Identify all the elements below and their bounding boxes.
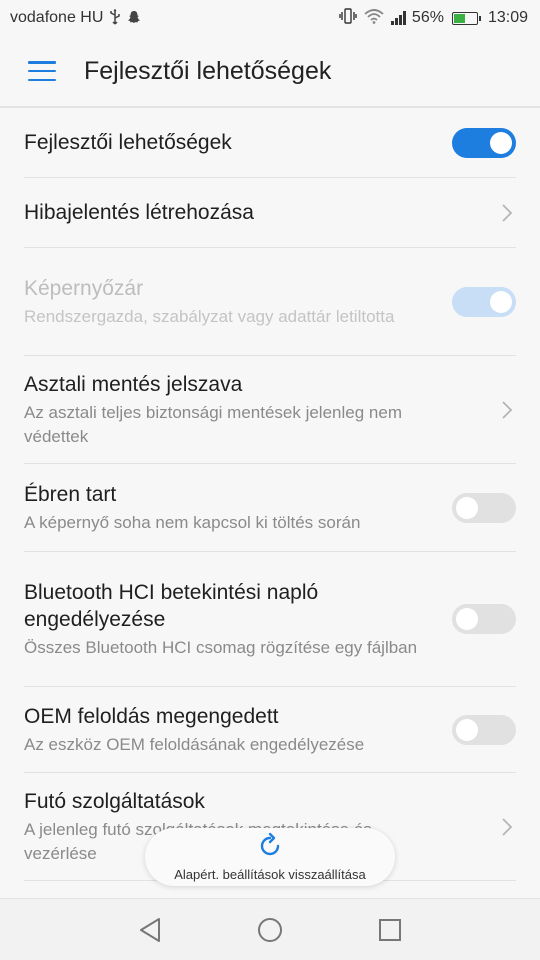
usb-icon <box>109 8 121 28</box>
setting-developer-options[interactable]: Fejlesztői lehetőségek <box>24 108 516 178</box>
setting-title: Asztali mentés jelszava <box>24 372 243 396</box>
setting-subtitle: Rendszergazda, szabályzat vagy adattár l… <box>24 306 395 326</box>
screen-lock-switch <box>452 286 516 317</box>
back-icon[interactable] <box>130 910 170 950</box>
setting-desktop-backup-password[interactable]: Asztali mentés jelszava Az asztali telje… <box>24 356 516 464</box>
setting-subtitle: Az asztali teljes biztonsági mentések je… <box>24 402 402 446</box>
setting-subtitle: Az eszköz OEM feloldásának engedélyezése <box>24 734 365 754</box>
vibrate-icon <box>339 7 357 29</box>
bluetooth-hci-log-switch[interactable] <box>452 604 516 634</box>
developer-options-switch[interactable] <box>452 127 516 158</box>
setting-screen-lock: Képernyőzár Rendszergazda, szabályzat va… <box>24 248 516 356</box>
status-bar-right: 56% 13:09 <box>339 7 528 29</box>
oem-unlock-switch[interactable] <box>452 714 516 745</box>
clock: 13:09 <box>487 9 528 26</box>
chevron-right-icon <box>498 400 516 420</box>
setting-subtitle: Összes Bluetooth HCI csomag rögzítése eg… <box>24 637 418 657</box>
setting-bug-report[interactable]: Hibajelentés létrehozása <box>24 178 516 248</box>
battery-icon <box>451 11 481 25</box>
recents-icon[interactable] <box>370 910 410 950</box>
setting-title: Képernyőzár <box>24 276 144 300</box>
setting-subtitle: A képernyő soha nem kapcsol ki töltés so… <box>24 512 361 532</box>
status-bar-left: vodafone HU <box>10 8 141 28</box>
battery-percent: 56% <box>411 9 444 26</box>
battery-level-fill <box>453 13 466 23</box>
page-title: Fejlesztői lehetőségek <box>84 56 332 85</box>
setting-title: Bluetooth HCI betekintési napló engedély… <box>24 580 319 631</box>
reset-defaults-toast[interactable]: Alapért. beállítások visszaállítása <box>145 828 395 886</box>
chevron-right-icon <box>498 203 516 223</box>
setting-bluetooth-hci-log[interactable]: Bluetooth HCI betekintési napló engedély… <box>24 552 516 687</box>
signal-icon <box>390 11 406 25</box>
hamburger-menu-icon[interactable] <box>28 61 56 81</box>
wifi-icon <box>363 8 385 29</box>
toast-text: Alapért. beállítások visszaállítása <box>174 867 366 882</box>
setting-title: Futó szolgáltatások <box>24 789 205 813</box>
setting-oem-unlock[interactable]: OEM feloldás megengedett Az eszköz OEM f… <box>24 687 516 773</box>
chevron-right-icon <box>498 817 516 837</box>
setting-title: OEM feloldás megengedett <box>24 704 279 728</box>
refresh-icon <box>256 832 284 865</box>
settings-list: Fejlesztői lehetőségek Hibajelentés létr… <box>0 108 540 881</box>
app-bar: Fejlesztői lehetőségek <box>0 36 540 108</box>
navigation-bar <box>0 898 540 960</box>
setting-title: Fejlesztői lehetőségek <box>24 131 232 154</box>
stay-awake-switch[interactable] <box>452 492 516 523</box>
setting-title: Hibajelentés létrehozása <box>24 201 254 224</box>
setting-stay-awake[interactable]: Ébren tart A képernyő soha nem kapcsol k… <box>24 464 516 552</box>
carrier-label: vodafone HU <box>10 9 104 26</box>
snapchat-icon <box>127 10 141 27</box>
setting-title: Ébren tart <box>24 482 117 506</box>
home-icon[interactable] <box>250 910 290 950</box>
status-bar: vodafone HU 56% 13:09 <box>0 0 540 36</box>
